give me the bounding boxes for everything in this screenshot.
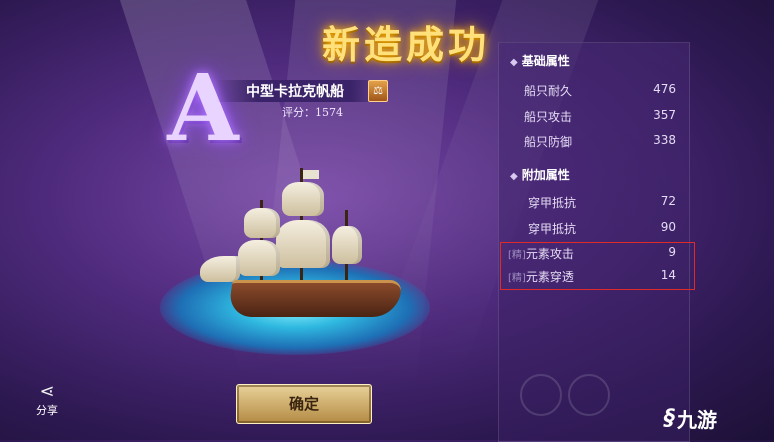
diamond-icon: ◆ bbox=[510, 171, 518, 182]
scales-icon[interactable]: ⚖ bbox=[368, 80, 388, 102]
extra-attributes-heading: ◆ 附加属性 bbox=[510, 168, 570, 182]
nine-game-logo-icon: § bbox=[664, 406, 675, 431]
share-button[interactable]: ⋖ 分享 bbox=[30, 382, 64, 422]
ship-hull bbox=[227, 280, 403, 317]
ship-sail bbox=[332, 226, 362, 264]
share-icon: ⋖ bbox=[39, 381, 55, 402]
diamond-icon: ◆ bbox=[510, 57, 518, 68]
attribute-row: 穿甲抵抗 90 bbox=[528, 220, 676, 236]
ship-sail bbox=[244, 208, 280, 238]
ship-sail bbox=[276, 220, 330, 268]
ship-illustration bbox=[150, 160, 450, 360]
highlight-annotation-box bbox=[500, 242, 695, 290]
ring-decoration bbox=[568, 374, 610, 416]
attribute-row: 穿甲抵抗 72 bbox=[528, 194, 676, 210]
attribute-row: 船只攻击 357 bbox=[524, 108, 676, 124]
ring-decoration bbox=[520, 374, 562, 416]
ship-sail bbox=[238, 240, 280, 276]
ship-score: 评分：1574 bbox=[282, 106, 343, 119]
attribute-row: 船只防御 338 bbox=[524, 133, 676, 149]
attribute-row: 船只耐久 476 bbox=[524, 82, 676, 98]
ship-sail bbox=[282, 182, 324, 216]
ship-flag bbox=[303, 170, 319, 179]
ship-name: 中型卡拉克帆船 bbox=[246, 84, 344, 100]
base-attributes-heading: ◆ 基础属性 bbox=[510, 54, 570, 68]
grade-letter: A bbox=[167, 54, 239, 162]
confirm-button[interactable]: 确定 bbox=[236, 384, 372, 424]
page-title: 新造成功 bbox=[321, 22, 490, 67]
ship-sail bbox=[200, 256, 240, 282]
watermark: § 九游 bbox=[664, 406, 717, 432]
